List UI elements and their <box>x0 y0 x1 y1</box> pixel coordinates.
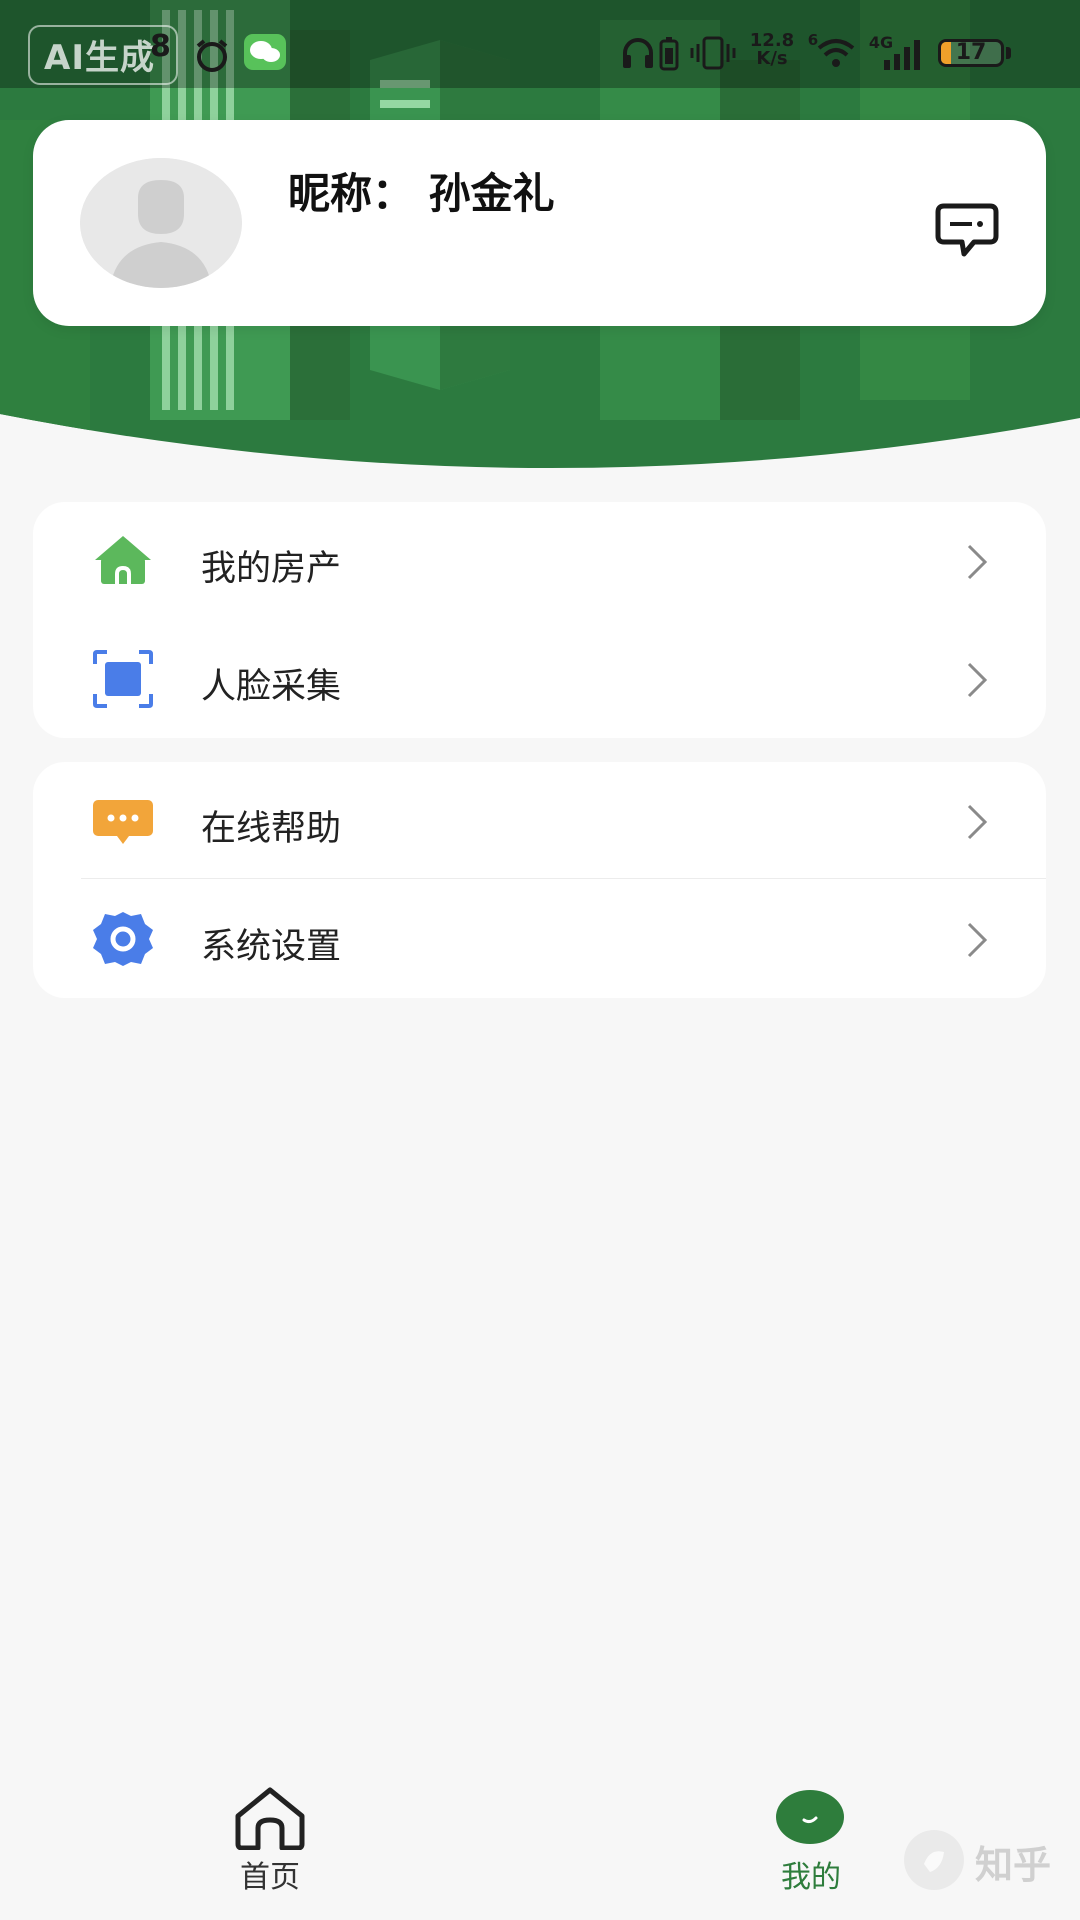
battery-tip <box>1006 47 1011 59</box>
signal-icon <box>884 40 920 70</box>
chevron-right-icon <box>967 804 988 840</box>
chevron-right-icon <box>967 662 988 698</box>
network-speed-unit: K/s <box>756 48 788 69</box>
default-avatar-icon <box>80 158 242 288</box>
menu-item-face-capture[interactable]: 人脸采集 <box>33 620 1046 738</box>
chevron-right-icon <box>967 922 988 958</box>
avatar[interactable] <box>80 158 242 288</box>
battery-indicator: 17 <box>938 39 1004 67</box>
smile-icon <box>802 1816 818 1824</box>
nav-mine-label[interactable]: 我的 <box>766 1852 856 1896</box>
menu-item-label: 我的房产 <box>201 549 342 589</box>
menu-group-property: 我的房产 人脸采集 <box>33 502 1046 738</box>
battery-saver-icon <box>659 37 679 71</box>
menu-item-label: 人脸采集 <box>201 667 342 707</box>
face-scan-icon <box>93 650 153 708</box>
time-fragment: 8 <box>150 29 171 64</box>
gear-icon <box>93 912 153 966</box>
menu-item-label: 在线帮助 <box>201 809 342 849</box>
chat-bubble-icon <box>93 800 153 844</box>
menu-item-my-property[interactable]: 我的房产 <box>33 502 1046 620</box>
vibrate-icon <box>690 36 736 70</box>
menu-item-label: 系统设置 <box>201 927 342 967</box>
menu-group-support: 在线帮助 系统设置 <box>33 762 1046 998</box>
watermark-text: 知乎 <box>975 1843 1052 1887</box>
mine-icon[interactable] <box>776 1790 844 1844</box>
menu-item-online-help[interactable]: 在线帮助 <box>33 762 1046 880</box>
menu-item-system-settings[interactable]: 系统设置 <box>33 880 1046 998</box>
house-icon <box>95 536 151 584</box>
battery-level: 17 <box>955 40 987 65</box>
network-speed-value: 12.8 <box>749 30 795 51</box>
chevron-right-icon <box>967 544 988 580</box>
wifi-icon <box>817 39 855 67</box>
nickname: 昵称： 孙金礼 <box>288 169 555 218</box>
headphones-icon <box>623 38 653 68</box>
message-icon[interactable] <box>934 200 1000 260</box>
menu-divider <box>81 878 1046 879</box>
alarm-icon <box>196 39 228 72</box>
home-icon[interactable] <box>232 1786 308 1850</box>
ai-generated-label: AI生成 <box>44 38 155 78</box>
app-root: AI生成 8 12.8 K/s 6 4G 17 昵称： 孙金礼 我的房产 人脸采… <box>0 0 1080 1920</box>
nav-home-label[interactable]: 首页 <box>226 1852 314 1896</box>
wechat-icon <box>244 34 286 70</box>
